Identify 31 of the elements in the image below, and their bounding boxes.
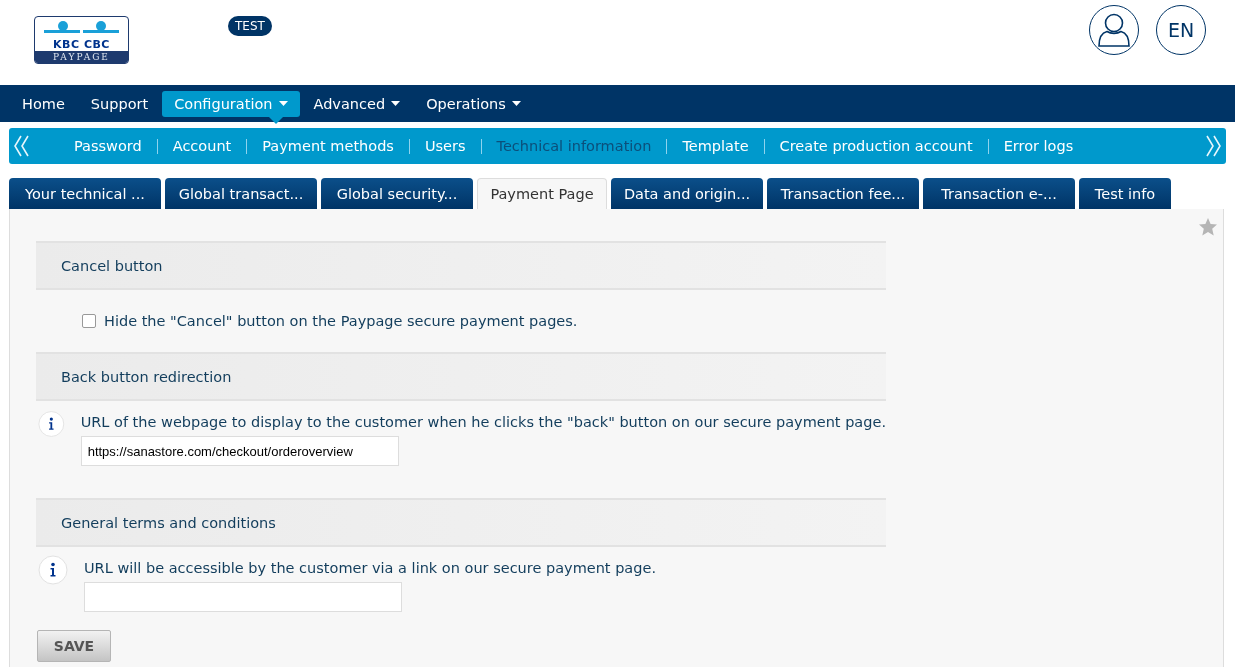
save-button[interactable]: SAVE bbox=[37, 630, 111, 662]
star-icon[interactable] bbox=[1198, 217, 1218, 237]
user-icon bbox=[1097, 12, 1131, 48]
tab[interactable]: Transaction e-... bbox=[923, 178, 1075, 209]
section-header: Back button redirection bbox=[36, 352, 886, 401]
environment-badge: TEST bbox=[228, 16, 272, 36]
nav-item[interactable]: Home bbox=[10, 90, 77, 117]
tab[interactable]: Global transact... bbox=[165, 178, 317, 209]
language-button[interactable]: EN bbox=[1156, 5, 1206, 55]
tab[interactable]: Your technical ... bbox=[9, 178, 161, 209]
info-icon bbox=[38, 555, 68, 585]
section-header: General terms and conditions bbox=[36, 498, 886, 547]
tab[interactable]: Test info bbox=[1079, 178, 1171, 209]
checkbox[interactable] bbox=[82, 314, 96, 328]
nav-item[interactable]: Advanced bbox=[301, 90, 413, 117]
logo-product: PAYPAGE bbox=[35, 51, 128, 63]
tab[interactable]: Data and origin... bbox=[611, 178, 763, 209]
help-text: URL of the webpage to display to the customer when he clicks the "back" button on our secure payment page. bbox=[80, 414, 886, 430]
checkbox-label: Hide the "Cancel" button on the Paypage secure payment pages. bbox=[104, 313, 578, 329]
tab[interactable]: Payment Page bbox=[477, 178, 607, 209]
logo-brand: KBC CBC bbox=[53, 39, 110, 50]
info-icon bbox=[38, 409, 65, 439]
url-field[interactable] bbox=[84, 582, 402, 612]
nav-item[interactable]: Support bbox=[78, 90, 161, 117]
user-account-button[interactable] bbox=[1089, 5, 1139, 55]
tab[interactable]: Global security... bbox=[321, 178, 473, 209]
url-field[interactable]: https://sanastore.com/checkout/orderoverview bbox=[80, 436, 399, 466]
section-header: Cancel button bbox=[36, 241, 886, 290]
nav-item[interactable]: Operations bbox=[414, 90, 533, 117]
tab[interactable]: Transaction fee... bbox=[767, 178, 919, 209]
help-text: URL will be accessible by the customer via a link on our secure payment page. bbox=[84, 560, 656, 576]
